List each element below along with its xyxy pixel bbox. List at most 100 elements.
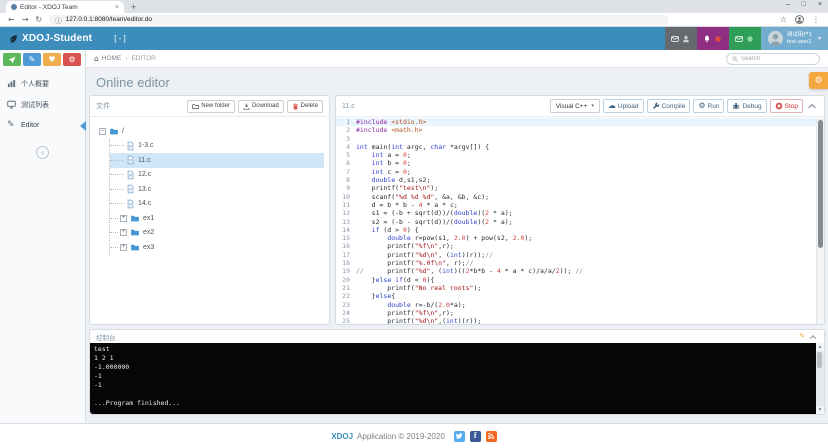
tree-folder-ex2[interactable]: +ex2 <box>110 226 324 241</box>
browser-menu-icon[interactable]: ⋮ <box>812 15 820 24</box>
console-scrollbar-thumb[interactable] <box>817 352 822 368</box>
editor-scrollbar-thumb[interactable] <box>818 120 823 248</box>
compile-button[interactable]: Compile <box>647 99 691 113</box>
heart-icon: ♥ <box>48 56 55 64</box>
line-number: 2 <box>336 126 356 134</box>
user-name-en: test-user1 <box>787 39 812 45</box>
code-line: 6 int b = 0; <box>336 159 816 167</box>
tree-file-1-3.c[interactable]: 1-3.c <box>110 139 324 154</box>
back-icon[interactable]: ← <box>8 15 15 24</box>
language-select[interactable]: Visual C++ ▾ <box>550 99 600 113</box>
settings-fab-gear-icon[interactable]: ⚙ <box>809 72 828 89</box>
user-menu[interactable]: 测试用户1 test-user1 ▾ <box>761 27 828 50</box>
new-tab-button[interactable]: + <box>131 2 136 12</box>
upload-button[interactable]: ☁Upload <box>603 99 644 113</box>
window-maximize-icon[interactable]: □ <box>802 1 806 8</box>
forward-icon[interactable]: → <box>22 15 29 24</box>
pencil-icon: ✎ <box>7 121 16 130</box>
delete-button[interactable]: Delete <box>287 100 323 113</box>
bookmark-star-icon[interactable]: ☆ <box>780 15 787 24</box>
dot-icon <box>746 35 754 43</box>
tree-expand-icon[interactable]: + <box>120 244 127 251</box>
code-line: 13 s2 = (-b - sqrt(d))/(double)(2 * a); <box>336 218 816 226</box>
download-button[interactable]: Download <box>238 100 284 113</box>
sidebar-collapse-button[interactable]: ‹ <box>36 146 49 159</box>
sidebar-toggle-link[interactable]: [ - ] <box>114 34 126 43</box>
browser-profile-icon[interactable] <box>795 15 804 24</box>
console-terminal[interactable]: test1 2 1-1.000000-1-1 ...Program finish… <box>90 343 824 414</box>
editor-panel: 11.c Visual C++ ▾ ☁UploadCompile⚙RunDebu… <box>335 95 825 325</box>
code-editor[interactable]: 1#include <stdio.h>2#include <math.h>34i… <box>336 118 816 324</box>
new-folder-button[interactable]: New folder <box>187 100 235 113</box>
tree-expand-icon[interactable]: + <box>120 215 127 222</box>
window-minimize-icon[interactable]: – <box>786 1 790 8</box>
facebook-icon[interactable]: f <box>470 431 481 442</box>
code-line: 1#include <stdio.h> <box>336 118 816 126</box>
twitter-icon[interactable] <box>454 431 465 442</box>
button-label: Debug <box>742 103 761 110</box>
tree-expand-icon[interactable]: + <box>120 229 127 236</box>
tree-file-11.c[interactable]: 11.c <box>110 153 324 168</box>
quick-button-settings[interactable]: ⚙ <box>63 53 81 66</box>
twitter-icon <box>455 432 463 440</box>
line-number: 13 <box>336 218 356 226</box>
footer-brand[interactable]: XDOJ <box>331 432 353 441</box>
search-input[interactable] <box>741 56 814 62</box>
sidebar-item-editor[interactable]: ✎Editor <box>0 115 85 136</box>
window-close-icon[interactable]: × <box>818 1 822 8</box>
scroll-up-icon[interactable]: ▲ <box>816 343 824 351</box>
code-text: scanf("%d %d %d", &a, &b, &c); <box>356 193 489 201</box>
navbar-messages-button[interactable] <box>665 27 697 50</box>
sidebar-item-测试列表[interactable]: 测试列表 <box>0 94 85 115</box>
line-number: 11 <box>336 201 356 209</box>
console-title: 控制台 <box>96 332 116 342</box>
code-text: printf("No real roots"); <box>356 284 481 292</box>
code-line: 24 printf("%f\n",r); <box>336 309 816 317</box>
breadcrumb-home[interactable]: HOME <box>102 55 122 62</box>
reload-icon[interactable]: ↻ <box>35 15 42 24</box>
file-tree: −/1-3.c11.c12.c13.c14.c+ex1+ex2+ex3 <box>90 117 329 262</box>
tree-file-14.c[interactable]: 14.c <box>110 197 324 212</box>
line-number: 18 <box>336 259 356 267</box>
debug-button[interactable]: Debug <box>727 99 766 113</box>
browser-tab[interactable]: Editor - XDOJ Team × <box>6 1 124 13</box>
code-line: 18 printf("%.0f\n", r);// <box>336 259 816 267</box>
navbar-icon-groups <box>665 27 761 50</box>
line-number: 14 <box>336 226 356 234</box>
bug-icon <box>732 102 740 110</box>
url-box[interactable]: ⓘ 127.0.0.1:8080/team/editor.do <box>49 15 669 25</box>
console-scrollbar[interactable]: ▲ ▼ <box>816 343 824 414</box>
tree-root-folder[interactable]: −/ <box>95 124 324 139</box>
tree-folder-ex1[interactable]: +ex1 <box>110 211 324 226</box>
browser-chrome: Editor - XDOJ Team × + – □ × ← → ↻ ⓘ 127… <box>0 0 828 27</box>
tree-collapse-icon[interactable]: − <box>99 128 106 135</box>
code-text: printf("%d\n", (int)(r));// <box>356 251 493 259</box>
site-info-icon[interactable]: ⓘ <box>55 15 62 25</box>
run-button[interactable]: ⚙Run <box>693 99 724 113</box>
sidebar-item-个人概要[interactable]: 个人概要 <box>0 73 85 94</box>
tab-close-icon[interactable]: × <box>115 4 119 11</box>
navbar-notifications-button[interactable] <box>697 27 729 50</box>
navbar-tasks-button[interactable] <box>729 27 761 50</box>
button-label: Download <box>252 103 279 109</box>
brand-title[interactable]: XDOJ-Student <box>22 33 92 44</box>
line-number: 3 <box>336 135 356 143</box>
code-text: double r=-b/(2.0*a); <box>356 301 466 309</box>
scroll-down-icon[interactable]: ▼ <box>816 406 824 414</box>
rss-icon[interactable] <box>486 431 497 442</box>
quick-button-edit[interactable]: ✎ <box>23 53 41 66</box>
quick-button-favorites[interactable]: ♥ <box>43 53 61 66</box>
tree-file-12.c[interactable]: 12.c <box>110 168 324 183</box>
console-edit-pencil-icon[interactable]: ✎ <box>799 333 805 340</box>
tree-folder-ex3[interactable]: +ex3 <box>110 240 324 255</box>
editor-scrollbar[interactable] <box>816 118 824 324</box>
search-box[interactable] <box>726 53 820 65</box>
code-line: 25 printf("%d\n",(int)(r)); <box>336 317 816 324</box>
line-number: 5 <box>336 151 356 159</box>
editor-collapse-chevron-icon[interactable] <box>806 100 818 112</box>
console-collapse-chevron-icon[interactable] <box>808 332 818 342</box>
quick-button-send[interactable] <box>3 53 21 66</box>
stop-button[interactable]: Stop <box>770 99 803 113</box>
monitor-icon <box>7 100 16 109</box>
tree-file-13.c[interactable]: 13.c <box>110 182 324 197</box>
